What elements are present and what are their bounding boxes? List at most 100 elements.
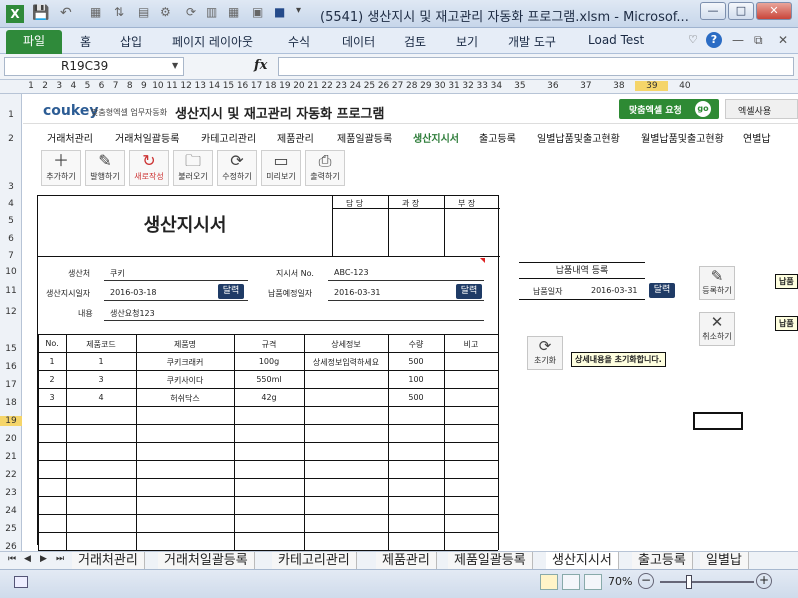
table-cell[interactable]: 100 bbox=[388, 375, 444, 384]
tab-formulas[interactable]: 수식 bbox=[288, 33, 310, 50]
column-header[interactable]: 21 bbox=[306, 81, 320, 91]
column-header[interactable]: 11 bbox=[165, 81, 179, 91]
sheet-nav-first-icon[interactable]: ⏮ bbox=[8, 554, 16, 564]
table-cell[interactable]: 쿠키크래커 bbox=[136, 357, 234, 368]
print-button[interactable]: ⎙ 출력하기 bbox=[305, 150, 345, 186]
page-break-view-icon[interactable] bbox=[584, 574, 602, 590]
reg-calendar-button[interactable]: 달력 bbox=[649, 283, 675, 298]
row-header[interactable]: 23 bbox=[0, 488, 22, 498]
column-header[interactable]: 5 bbox=[80, 81, 94, 91]
name-box[interactable]: R19C39 bbox=[4, 57, 184, 76]
column-header[interactable]: 17 bbox=[250, 81, 264, 91]
table-cell[interactable]: 2 bbox=[38, 375, 66, 384]
table-cell[interactable]: 550ml bbox=[234, 375, 304, 384]
column-header[interactable]: 12 bbox=[179, 81, 193, 91]
nav-product[interactable]: 제품관리 bbox=[277, 130, 314, 145]
row-header[interactable]: 6 bbox=[0, 234, 22, 244]
column-header[interactable]: 27 bbox=[391, 81, 405, 91]
column-header[interactable]: 30 bbox=[433, 81, 447, 91]
row-header[interactable]: 3 bbox=[0, 182, 22, 192]
value-due[interactable]: 2016-03-31 bbox=[334, 288, 381, 297]
column-header[interactable]: 25 bbox=[362, 81, 376, 91]
ribbon-collapse-icon[interactable]: ♡ bbox=[688, 33, 698, 46]
column-header[interactable]: 9 bbox=[137, 81, 151, 91]
insert-function-icon[interactable]: fx bbox=[254, 58, 267, 73]
table-cell[interactable]: 1 bbox=[66, 357, 136, 366]
column-header[interactable]: 37 bbox=[569, 81, 602, 91]
row-header[interactable]: 4 bbox=[0, 199, 22, 209]
nav-yearly-status[interactable]: 연별납 bbox=[743, 130, 771, 145]
maximize-button[interactable]: □ bbox=[728, 2, 754, 20]
table-cell[interactable]: 상세정보입력하세요 bbox=[304, 357, 388, 368]
tab-insert[interactable]: 삽입 bbox=[120, 33, 142, 50]
tab-review[interactable]: 검토 bbox=[404, 33, 426, 50]
column-header[interactable]: 20 bbox=[292, 81, 306, 91]
column-header[interactable]: 6 bbox=[95, 81, 109, 91]
table-cell[interactable]: 500 bbox=[388, 393, 444, 402]
table-cell[interactable]: 3 bbox=[66, 375, 136, 384]
nav-category[interactable]: 카테고리관리 bbox=[201, 130, 256, 145]
value-date[interactable]: 2016-03-18 bbox=[110, 288, 157, 297]
column-header[interactable]: 26 bbox=[377, 81, 391, 91]
row-header[interactable]: 24 bbox=[0, 506, 22, 516]
close-button[interactable]: ✕ bbox=[756, 2, 792, 20]
sheet-tab[interactable]: 거래처일괄등록 bbox=[158, 552, 255, 569]
nav-monthly-status[interactable]: 월별납품및출고현황 bbox=[641, 130, 724, 145]
save-icon[interactable]: 💾 bbox=[32, 5, 50, 23]
row-header[interactable]: 21 bbox=[0, 452, 22, 462]
row-header[interactable]: 12 bbox=[0, 307, 22, 317]
table-cell[interactable]: 42g bbox=[234, 393, 304, 402]
column-header[interactable]: 8 bbox=[123, 81, 137, 91]
formula-input[interactable] bbox=[278, 57, 794, 76]
grid-icon[interactable]: ▦ bbox=[228, 5, 246, 23]
table-cell[interactable]: 4 bbox=[66, 393, 136, 402]
column-header[interactable]: 35 bbox=[503, 81, 536, 91]
tab-data[interactable]: 데이터 bbox=[342, 33, 375, 50]
zoom-slider-thumb[interactable] bbox=[686, 575, 692, 589]
column-header[interactable]: 24 bbox=[348, 81, 362, 91]
column-header[interactable]: 29 bbox=[419, 81, 433, 91]
reg-date-value[interactable]: 2016-03-31 bbox=[591, 286, 638, 295]
column-header[interactable]: 1 bbox=[24, 81, 38, 91]
calendar-button-date[interactable]: 달력 bbox=[218, 284, 244, 299]
ribbon-restore-icon[interactable]: ⧉ bbox=[754, 33, 763, 48]
column-header[interactable]: 33 bbox=[475, 81, 489, 91]
sheet-nav-prev-icon[interactable]: ◀ bbox=[24, 554, 31, 564]
sheet-tab[interactable]: 일별납 bbox=[700, 552, 749, 569]
column-header[interactable]: 3 bbox=[52, 81, 66, 91]
column-header[interactable]: 40 bbox=[668, 81, 701, 91]
row-header[interactable]: 2 bbox=[0, 134, 22, 144]
zoom-out-icon[interactable]: − bbox=[638, 573, 654, 589]
row-header[interactable]: 16 bbox=[0, 362, 22, 372]
column-header[interactable]: 13 bbox=[193, 81, 207, 91]
tab-home[interactable]: 홈 bbox=[80, 33, 91, 50]
column-header[interactable]: 31 bbox=[447, 81, 461, 91]
sheet-tab[interactable]: 거래처관리 bbox=[72, 552, 145, 569]
file-tab[interactable]: 파일 bbox=[6, 30, 62, 54]
row-header[interactable]: 7 bbox=[0, 251, 22, 261]
ribbon-minimize-icon[interactable]: — bbox=[732, 33, 744, 47]
column-header[interactable]: 19 bbox=[278, 81, 292, 91]
edit-button[interactable]: ⟳ 수정하기 bbox=[217, 150, 257, 186]
nav-production-order[interactable]: 생산지시서 bbox=[413, 130, 459, 145]
column-header[interactable]: 23 bbox=[334, 81, 348, 91]
column-header[interactable]: 22 bbox=[320, 81, 334, 91]
table-cell[interactable]: 허쉬닥스 bbox=[136, 393, 234, 404]
sheet-nav-last-icon[interactable]: ⏭ bbox=[56, 554, 64, 564]
table-cell[interactable]: 100g bbox=[234, 357, 304, 366]
document-icon[interactable]: ▥ bbox=[206, 5, 224, 23]
ribbon-close-icon[interactable]: ✕ bbox=[778, 33, 788, 47]
macro-icon[interactable]: ▦ bbox=[90, 5, 108, 23]
column-header[interactable]: 10 bbox=[151, 81, 165, 91]
row-header[interactable]: 20 bbox=[0, 434, 22, 444]
nav-daily-status[interactable]: 일별납품및출고현황 bbox=[537, 130, 620, 145]
column-header[interactable]: 39 bbox=[635, 81, 669, 91]
refresh-icon[interactable]: ⟳ bbox=[186, 5, 204, 23]
undo-icon[interactable]: ↶ bbox=[60, 5, 78, 23]
zoom-level[interactable]: 70% bbox=[608, 575, 632, 588]
page-layout-view-icon[interactable] bbox=[562, 574, 580, 590]
add-button[interactable]: ＋ 추가하기 bbox=[41, 150, 81, 186]
column-header[interactable]: 38 bbox=[602, 81, 635, 91]
register-button[interactable]: ✎ 등록하기 bbox=[699, 266, 735, 300]
row-header[interactable]: 5 bbox=[0, 216, 22, 226]
